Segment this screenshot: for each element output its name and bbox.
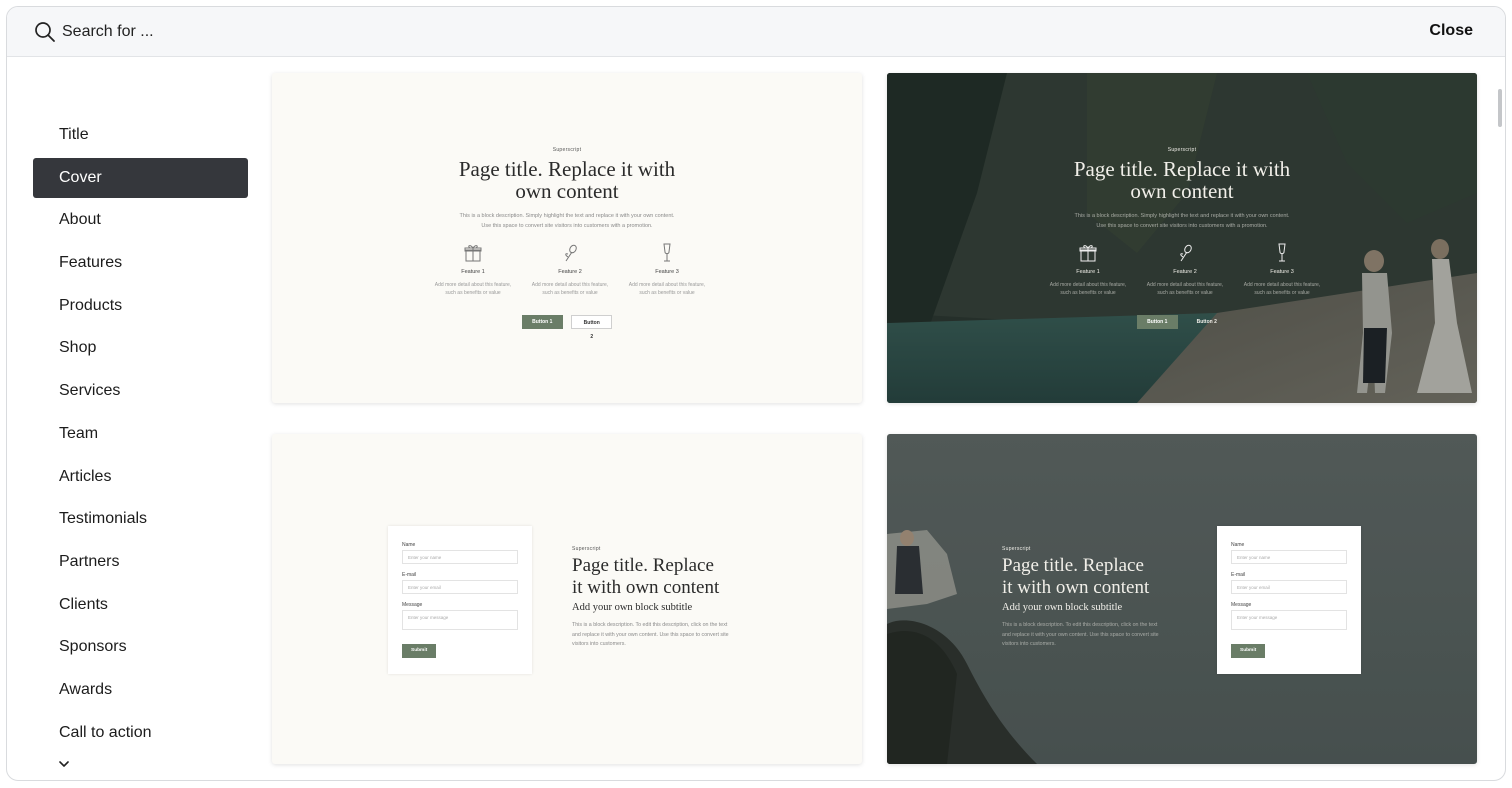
template-card-cover-features-light[interactable]: Superscript Page title. Replace it with … (272, 73, 862, 403)
sidebar-item-about[interactable]: About (33, 200, 248, 240)
sidebar-item-articles[interactable]: Articles (33, 457, 248, 497)
sidebar-item-cover[interactable]: Cover (33, 157, 248, 198)
template-card-cover-form-photo[interactable]: Superscript Page title. Replace it with o… (887, 434, 1477, 764)
sidebar-item-services[interactable]: Services (33, 371, 248, 411)
feature-item: Feature 2 Add more detail about this fea… (1144, 243, 1226, 297)
glass-icon (1278, 243, 1286, 262)
preview-button-1: Button 1 (1136, 315, 1178, 329)
preview-button-1: Button 1 (521, 315, 563, 329)
feature-row: Feature 1 Add more detail about this fea… (432, 243, 708, 297)
card-superscript: Superscript (552, 147, 582, 153)
scrollbar-thumb[interactable] (1498, 89, 1502, 127)
gift-icon (464, 245, 482, 262)
card-buttons: Button 1 Button 2 (887, 315, 1477, 333)
sidebar-item-sponsors[interactable]: Sponsors (33, 627, 248, 667)
contact-form-preview: Name Enter your name E-mail Enter your e… (1217, 526, 1361, 674)
card-superscript: Superscript (1167, 147, 1197, 153)
template-card-cover-form-light[interactable]: Name Enter your name E-mail Enter your e… (272, 434, 862, 764)
preview-button-2: Button 2 (1196, 319, 1217, 325)
flower-icon (565, 244, 577, 262)
sidebar-item-products[interactable]: Products (33, 286, 248, 326)
submit-preview: Submit (402, 644, 437, 658)
sidebar-item-title[interactable]: Title (33, 115, 248, 155)
preview-button-2: Button 2 (571, 315, 613, 340)
chevron-down-icon[interactable] (57, 757, 71, 771)
sidebar-item-call-to-action[interactable]: Call to action (33, 713, 248, 753)
glass-icon (663, 243, 671, 262)
category-sidebar: Title Cover About Features Products Shop… (33, 115, 248, 755)
close-button[interactable]: Close (1429, 22, 1473, 40)
sidebar-item-team[interactable]: Team (33, 414, 248, 454)
card-buttons: Button 1 Button 2 (272, 315, 862, 340)
card-description: This is a block description. Simply high… (1074, 213, 1290, 229)
card-title: Page title. Replace it with own content (1073, 157, 1291, 203)
sidebar-item-clients[interactable]: Clients (33, 585, 248, 625)
contact-form-preview: Name Enter your name E-mail Enter your e… (388, 526, 532, 674)
card-title: Page title. Replace it with own content (458, 157, 676, 203)
search-icon (35, 22, 55, 42)
card-description: This is a block description. Simply high… (459, 213, 675, 229)
card-text-block: Superscript Page title. Replace it with o… (572, 546, 729, 648)
feature-item: Feature 3 Add more detail about this fea… (626, 243, 708, 297)
search-input[interactable] (62, 17, 662, 47)
sidebar-item-shop[interactable]: Shop (33, 328, 248, 368)
feature-item: Feature 3 Add more detail about this fea… (1241, 243, 1323, 297)
sidebar-item-features[interactable]: Features (33, 243, 248, 283)
sidebar-item-awards[interactable]: Awards (33, 670, 248, 710)
feature-item: Feature 1 Add more detail about this fea… (432, 243, 514, 297)
template-card-cover-features-photo[interactable]: Superscript Page title. Replace it with … (887, 73, 1477, 403)
flower-icon (1180, 244, 1192, 262)
sidebar-item-testimonials[interactable]: Testimonials (33, 499, 248, 539)
search-bar: Close (7, 7, 1505, 57)
feature-item: Feature 2 Add more detail about this fea… (529, 243, 611, 297)
gift-icon (1079, 245, 1097, 262)
feature-item: Feature 1 Add more detail about this fea… (1047, 243, 1129, 297)
card-text-block: Superscript Page title. Replace it with o… (1002, 546, 1159, 648)
submit-preview: Submit (1231, 644, 1266, 658)
feature-row: Feature 1 Add more detail about this fea… (1047, 243, 1323, 297)
sidebar-item-partners[interactable]: Partners (33, 542, 248, 582)
template-picker-modal: Close Title Cover About Features Product… (6, 6, 1506, 781)
